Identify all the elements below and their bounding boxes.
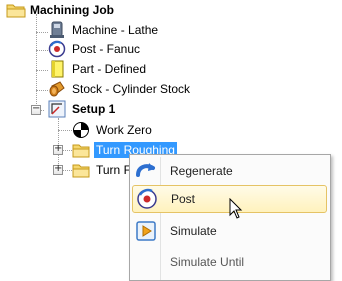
part-page-icon (48, 60, 66, 78)
regenerate-icon (134, 159, 158, 183)
tree-node-label: Work Zero (96, 123, 152, 137)
tree-root-machining-job[interactable]: Machining Job (6, 1, 116, 19)
setup-collapse-toggle[interactable]: − (31, 103, 41, 115)
tree-item-part[interactable]: Part - Defined (48, 60, 148, 78)
tree-item-work-zero[interactable]: Work Zero (72, 121, 154, 139)
tree-connector (36, 90, 48, 91)
tree-item-post[interactable]: Post - Fanuc (48, 40, 142, 58)
tree-node-label: Machine - Lathe (72, 23, 159, 37)
menu-item-label: Post (171, 192, 196, 206)
mouse-cursor-icon (229, 197, 243, 223)
menu-item-label: Regenerate (170, 164, 233, 178)
tree-connector (36, 32, 48, 33)
tree-item-turn-finishing[interactable]: Turn F (72, 161, 133, 179)
tree-node-label: Part - Defined (72, 62, 147, 76)
post-icon (135, 187, 159, 211)
post-processor-icon (48, 40, 66, 58)
tree-item-stock[interactable]: Stock - Cylinder Stock (48, 80, 192, 98)
menu-item-simulate-until[interactable]: Simulate Until (132, 248, 327, 276)
menu-item-label: Simulate (170, 224, 217, 238)
turn-finishing-expand-toggle[interactable]: + (53, 163, 63, 175)
work-zero-icon (72, 121, 90, 139)
cylinder-stock-icon (48, 80, 66, 98)
expander-glyph: + (54, 143, 63, 154)
play-icon (134, 219, 158, 243)
tree-node-label: Machining Job (30, 3, 114, 17)
tree-item-machine[interactable]: Machine - Lathe (48, 21, 160, 39)
setup-icon (48, 100, 66, 118)
tree-node-label: Post - Fanuc (72, 42, 141, 56)
tree-connector (36, 14, 37, 110)
tree-node-label: Stock - Cylinder Stock (72, 82, 191, 96)
turn-roughing-expand-toggle[interactable]: + (53, 143, 63, 155)
menu-item-label: Simulate Until (170, 255, 245, 269)
tree-connector (36, 70, 48, 71)
tree-node-label: Turn F (96, 163, 131, 177)
tree-node-label: Setup 1 (72, 102, 116, 116)
menu-item-regenerate[interactable]: Regenerate (132, 157, 327, 185)
lathe-machine-icon (48, 21, 66, 39)
folder-icon (6, 1, 26, 19)
folder-icon (72, 141, 90, 159)
tree-item-setup[interactable]: Setup 1 (48, 100, 117, 118)
tree-connector (36, 50, 48, 51)
tree-connector (58, 130, 72, 131)
expander-glyph: − (32, 103, 41, 114)
expander-glyph: + (54, 163, 63, 174)
folder-icon (72, 161, 90, 179)
